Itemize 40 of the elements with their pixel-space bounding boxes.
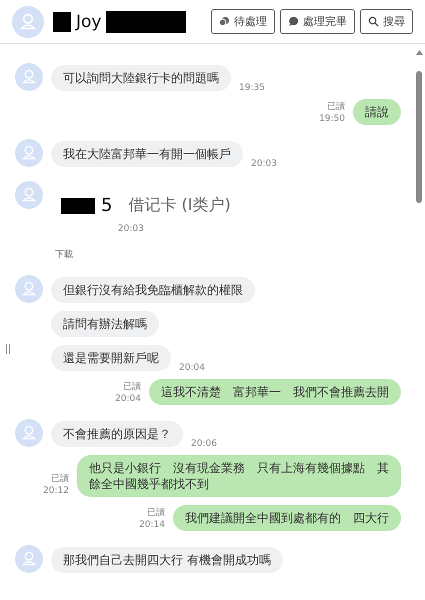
message-bubble: 請說 xyxy=(353,99,401,125)
message-bubble: 他只是小銀行 沒有現金業務 只有上海有幾個據點 其餘全中國幾乎都找不到 xyxy=(77,455,401,497)
message-time: 20:04 xyxy=(179,363,205,373)
search-button[interactable]: 搜尋 xyxy=(360,9,413,34)
message-bubble: 我在大陸富邦華一有開一個帳戶 xyxy=(51,141,243,167)
search-icon xyxy=(368,16,379,27)
message-time: 20:14 xyxy=(139,519,165,531)
pending-button[interactable]: 待處理 xyxy=(211,9,275,34)
message-time: 20:12 xyxy=(43,485,69,497)
message-bubble: 但銀行沒有給我免臨櫃解款的權限 xyxy=(51,277,255,303)
read-status: 已讀 xyxy=(327,101,345,113)
message-bubble: 我們建議開全中國到處都有的 四大行 xyxy=(173,505,401,531)
message-time: 20:03 xyxy=(118,224,144,234)
message-time: 19:50 xyxy=(319,113,345,125)
card-type: 借记卡 (I类户) xyxy=(128,195,231,216)
chat-bubble-icon xyxy=(288,16,299,27)
message-bubble: 可以詢問大陸銀行卡的問題嗎 xyxy=(51,65,231,91)
message-bubble: 請問有辦法解嗎 xyxy=(51,311,159,337)
read-status: 已讀 xyxy=(51,473,69,485)
scrollbar-thumb[interactable] xyxy=(416,71,422,203)
message-bubble: 還是需要開新戶呢 xyxy=(51,345,171,371)
message-bubble: 不會推薦的原因是？ xyxy=(51,421,183,447)
message-bubble: 那我們自己去開四大行 有機會開成功嗎 xyxy=(51,547,283,573)
message-time: 20:04 xyxy=(115,393,141,405)
scroll-up-icon[interactable] xyxy=(416,50,422,55)
read-status: 已讀 xyxy=(147,507,165,519)
message-time: 20:06 xyxy=(191,439,217,449)
redaction-bar xyxy=(53,12,71,32)
avatar-icon xyxy=(12,6,44,38)
message-time: 19:35 xyxy=(239,83,265,93)
contact-name: Joy xyxy=(76,12,102,32)
message-time: 20:03 xyxy=(251,159,277,169)
read-status: 已讀 xyxy=(123,381,141,393)
message-bubble: 這我不清楚 富邦華一 我們不會推薦去開 xyxy=(149,379,401,405)
chat-bubbles-icon xyxy=(219,16,230,27)
resize-handle-icon[interactable] xyxy=(6,344,10,354)
done-button[interactable]: 處理完畢 xyxy=(280,9,355,34)
card-number: 5 xyxy=(101,195,112,216)
download-link[interactable]: 下載 xyxy=(55,248,73,261)
redaction-bar xyxy=(61,198,95,214)
